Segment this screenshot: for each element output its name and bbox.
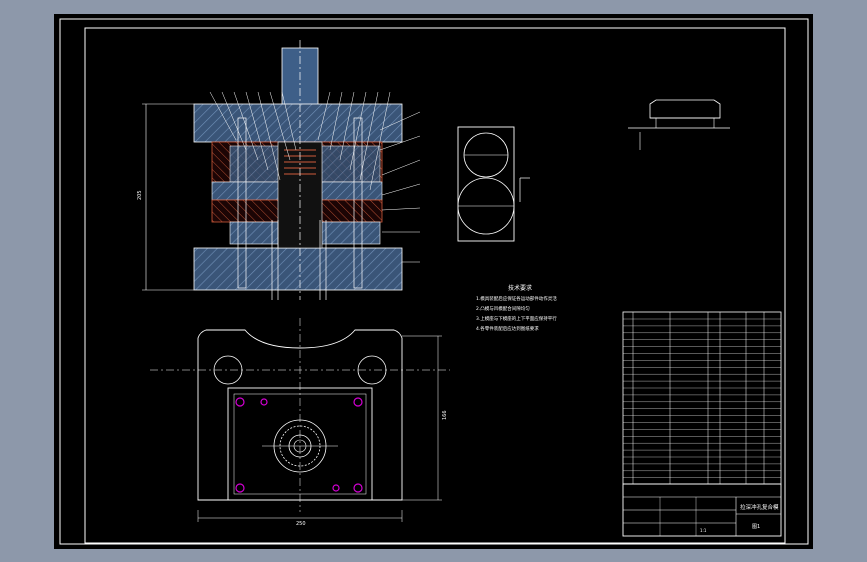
upper-die-base <box>193 103 403 143</box>
parts-list <box>622 311 782 485</box>
part-detail <box>457 126 530 242</box>
product-sketch <box>628 99 730 150</box>
lower-die-base <box>193 247 403 291</box>
plan-view: 250 166 <box>150 318 450 527</box>
inner-frame <box>84 27 786 544</box>
outer-frame <box>59 18 809 545</box>
title-block-sheet: 图1 <box>752 524 760 530</box>
bottom-width-dim: 250 <box>296 521 306 527</box>
technical-notes: 技术要求 1.模具装配后应保证各运动部件动作灵活 2.凸模与凹模配合间隙均匀 3… <box>476 284 557 332</box>
note-line-1: 1.模具装配后应保证各运动部件动作灵活 <box>476 295 557 302</box>
note-line-2: 2.凸模与凹模配合间隙均匀 <box>476 305 530 312</box>
title-block-title: 拉深冲孔复合模 <box>740 503 779 511</box>
overall-height-dim: 205 <box>137 190 143 200</box>
notes-title: 技术要求 <box>508 284 532 292</box>
note-line-3: 3.上模座与下模座的上下平面应保持平行 <box>476 315 557 322</box>
section-view: 205 <box>137 40 421 300</box>
note-line-4: 4.各零件装配后应达到图纸要求 <box>476 325 539 332</box>
plan-height-dim: 166 <box>442 410 448 420</box>
cad-drawing-canvas: 205 250 166 技术要求 1.模具装配后应保证各运动部件动作灵活 2.凸… <box>59 18 809 545</box>
title-block: 拉深冲孔复合模 图1 1:1 <box>622 483 782 537</box>
title-block-scale: 1:1 <box>700 528 707 533</box>
